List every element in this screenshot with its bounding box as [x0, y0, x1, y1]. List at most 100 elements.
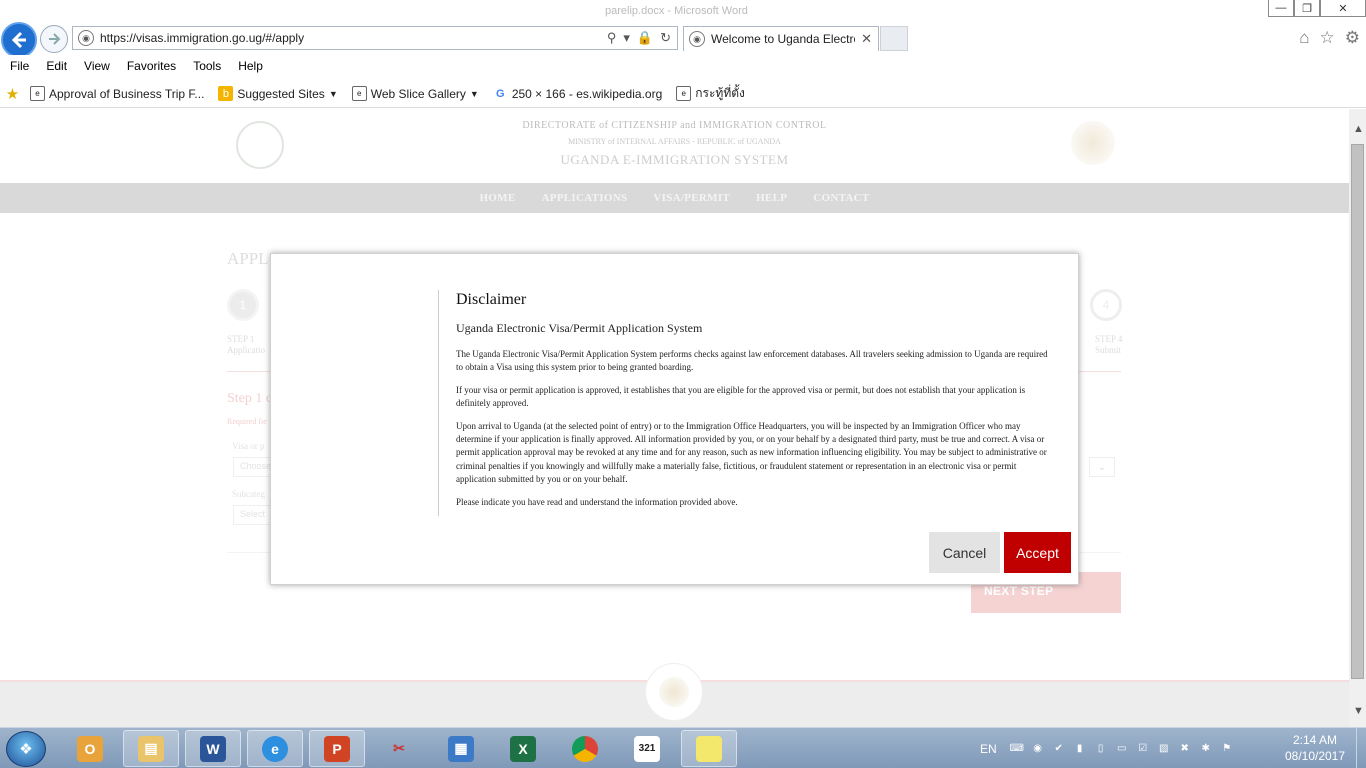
- url-text[interactable]: https://visas.immigration.go.ug/#/apply: [100, 31, 607, 45]
- nav-applications[interactable]: APPLICATIONS: [542, 192, 628, 204]
- taskbar-calendar[interactable]: 321: [619, 730, 675, 767]
- step-1-label: STEP 1 Applicatio: [227, 334, 265, 355]
- menu-view[interactable]: View: [84, 59, 110, 73]
- favorite-item[interactable]: b Suggested Sites ▼: [218, 86, 338, 101]
- lock-icon[interactable]: 🔒: [637, 30, 653, 46]
- header-system-name: UGANDA E-IMMIGRATION SYSTEM: [560, 152, 789, 167]
- maximize-button[interactable]: ❐: [1294, 0, 1320, 17]
- flag-icon[interactable]: ⚑: [1220, 742, 1234, 756]
- site-navbar: HOME APPLICATIONS VISA/PERMIT HELP CONTA…: [0, 183, 1349, 213]
- favorites-star-add-icon[interactable]: ★: [5, 86, 20, 103]
- clock-date: 08/10/2017: [1284, 749, 1346, 763]
- chevron-down-icon[interactable]: ⌄: [1089, 457, 1115, 477]
- taskbar-outlook[interactable]: O: [62, 730, 118, 767]
- menu-tools[interactable]: Tools: [193, 59, 221, 73]
- refresh-icon[interactable]: ↻: [660, 30, 671, 46]
- chevron-down-icon[interactable]: ▼: [470, 89, 479, 99]
- favorites-bar: ★ e Approval of Business Trip F... b Sug…: [0, 80, 1366, 108]
- clock-time: 2:14 AM: [1292, 733, 1338, 747]
- disclaimer-paragraph: The Uganda Electronic Visa/Permit Applic…: [456, 349, 1048, 373]
- page-viewport: DIRECTORATE of CITIZENSHIP and IMMIGRATI…: [0, 109, 1349, 727]
- search-icon[interactable]: ⚲: [607, 30, 617, 46]
- favorite-item[interactable]: G 250 × 166 - es.wikipedia.org: [493, 86, 662, 101]
- security-icon[interactable]: ▮: [1073, 742, 1087, 756]
- nav-help[interactable]: HELP: [756, 192, 787, 204]
- forward-button[interactable]: [40, 25, 68, 53]
- back-button[interactable]: [1, 22, 37, 58]
- language-indicator[interactable]: EN: [980, 742, 997, 756]
- site-favicon: ◉: [78, 30, 94, 46]
- speaker-muted-icon[interactable]: ✖: [1178, 742, 1192, 756]
- nav-contact[interactable]: CONTACT: [813, 192, 869, 204]
- calendar-icon: 321: [634, 735, 660, 762]
- signal-bars-icon[interactable]: ▯: [1094, 742, 1108, 756]
- taskbar-excel[interactable]: X: [495, 730, 551, 767]
- google-icon: G: [496, 87, 505, 100]
- cancel-button[interactable]: Cancel: [929, 532, 1000, 573]
- page-title: APPL: [227, 249, 269, 268]
- minimize-button[interactable]: —: [1268, 0, 1294, 17]
- step-4-label: STEP 4 Submit: [1095, 334, 1123, 355]
- shield-icon[interactable]: ✔: [1052, 742, 1066, 756]
- excel-icon: X: [510, 735, 536, 762]
- gear-icon[interactable]: ⚙: [1345, 28, 1360, 48]
- taskbar-snipping[interactable]: ✂: [371, 730, 427, 767]
- explorer-icon: ▤: [138, 735, 164, 762]
- modal-subtitle: Uganda Electronic Visa/Permit Applicatio…: [456, 321, 703, 335]
- nav-home[interactable]: HOME: [479, 192, 515, 204]
- taskbar-chrome[interactable]: [557, 730, 613, 767]
- required-note: Required fie: [227, 417, 267, 426]
- modal-body: Disclaimer Uganda Electronic Visa/Permit…: [456, 291, 1056, 518]
- tab-favicon: ◉: [689, 31, 705, 47]
- show-desktop-button[interactable]: [1356, 728, 1366, 768]
- nav-visa-permit[interactable]: VISA/PERMIT: [653, 192, 730, 204]
- favorite-item[interactable]: e Approval of Business Trip F...: [30, 86, 204, 101]
- document-icon: e: [30, 86, 45, 101]
- disclaimer-modal: Disclaimer Uganda Electronic Visa/Permit…: [270, 253, 1079, 585]
- system-clock[interactable]: 2:14 AM 08/10/2017: [1283, 732, 1347, 764]
- keyboard-icon[interactable]: ⌨: [1009, 742, 1023, 756]
- disclaimer-paragraph: Upon arrival to Uganda (at the selected …: [456, 420, 1047, 485]
- disclaimer-paragraph: Please indicate you have read and unders…: [456, 496, 738, 507]
- bluetooth-icon[interactable]: ✱: [1199, 742, 1213, 756]
- taskbar-word[interactable]: W: [185, 730, 241, 767]
- taskbar-powerpoint[interactable]: P: [309, 730, 365, 767]
- chevron-down-icon[interactable]: ▼: [329, 89, 338, 99]
- favorites-star-icon[interactable]: ☆: [1320, 28, 1335, 48]
- scroll-thumb[interactable]: [1351, 144, 1364, 679]
- uganda-coat-of-arms: [1071, 121, 1115, 165]
- taskbar-explorer[interactable]: ▤: [123, 730, 179, 767]
- browser-tab[interactable]: ◉ Welcome to Uganda Electroni... ✕: [683, 26, 879, 51]
- outlook-icon: O: [77, 735, 103, 762]
- menu-favorites[interactable]: Favorites: [127, 59, 176, 73]
- scroll-down-icon[interactable]: ▼: [1353, 705, 1364, 717]
- windows-icon: ▦: [448, 735, 474, 762]
- word-icon: W: [200, 735, 226, 762]
- vertical-scrollbar[interactable]: ▲ ▼: [1349, 109, 1366, 727]
- close-tab-icon[interactable]: ✕: [861, 31, 872, 47]
- dropdown-icon[interactable]: ▾: [623, 30, 630, 46]
- tab-title: Welcome to Uganda Electroni...: [711, 32, 855, 46]
- accept-button[interactable]: Accept: [1004, 532, 1071, 573]
- menu-file[interactable]: File: [10, 59, 29, 73]
- address-row: ◉ https://visas.immigration.go.ug/#/appl…: [0, 22, 1366, 58]
- checkbox-icon[interactable]: ☑: [1136, 742, 1150, 756]
- menu-edit[interactable]: Edit: [46, 59, 67, 73]
- chrome-icon: [572, 735, 598, 762]
- taskbar-sticky-notes[interactable]: [681, 730, 737, 767]
- monitor-icon[interactable]: ▭: [1115, 742, 1129, 756]
- network-adapter-icon[interactable]: ◉: [1031, 742, 1045, 756]
- close-window-button[interactable]: ✕: [1320, 0, 1366, 17]
- back-arrow-icon: [11, 31, 26, 49]
- favorite-item[interactable]: e Web Slice Gallery ▼: [351, 86, 479, 101]
- taskbar-windows[interactable]: ▦: [433, 730, 489, 767]
- menu-help[interactable]: Help: [238, 59, 263, 73]
- device-icon[interactable]: ▧: [1157, 742, 1171, 756]
- start-button[interactable]: ❖: [6, 731, 46, 767]
- home-icon[interactable]: ⌂: [1299, 28, 1309, 48]
- new-tab-button[interactable]: [880, 26, 908, 51]
- scroll-up-icon[interactable]: ▲: [1353, 123, 1364, 135]
- taskbar-ie[interactable]: e: [247, 730, 303, 767]
- favorite-item[interactable]: e กระทู้ที่ตั้ง: [676, 84, 745, 103]
- address-bar[interactable]: ◉ https://visas.immigration.go.ug/#/appl…: [72, 26, 678, 50]
